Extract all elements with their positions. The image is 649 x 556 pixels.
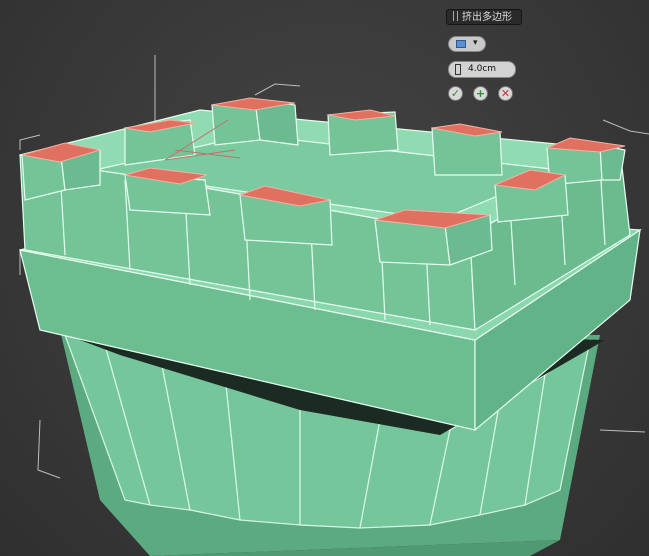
- group-mode-icon: [456, 40, 466, 48]
- height-icon: [455, 64, 461, 75]
- apply-and-continue-button[interactable]: +: [473, 86, 488, 101]
- ok-button[interactable]: ✓: [448, 86, 463, 101]
- extrude-mode-dropdown[interactable]: ▾: [448, 36, 486, 52]
- checkmark-icon: ✓: [450, 87, 461, 100]
- cancel-button[interactable]: ✕: [498, 86, 513, 101]
- chevron-down-icon: ▾: [473, 38, 478, 48]
- extrude-height-spinner[interactable]: 4.0cm: [448, 61, 516, 78]
- 3d-viewport[interactable]: [0, 0, 649, 556]
- scene: [19, 55, 649, 556]
- extrude-height-value[interactable]: 4.0cm: [468, 62, 496, 77]
- drag-grip-icon[interactable]: [453, 11, 458, 21]
- caddy-title[interactable]: 挤出多边形: [446, 9, 522, 25]
- caddy-title-label: 挤出多边形: [462, 12, 512, 23]
- x-icon: ✕: [500, 87, 511, 100]
- plus-icon: +: [475, 87, 486, 100]
